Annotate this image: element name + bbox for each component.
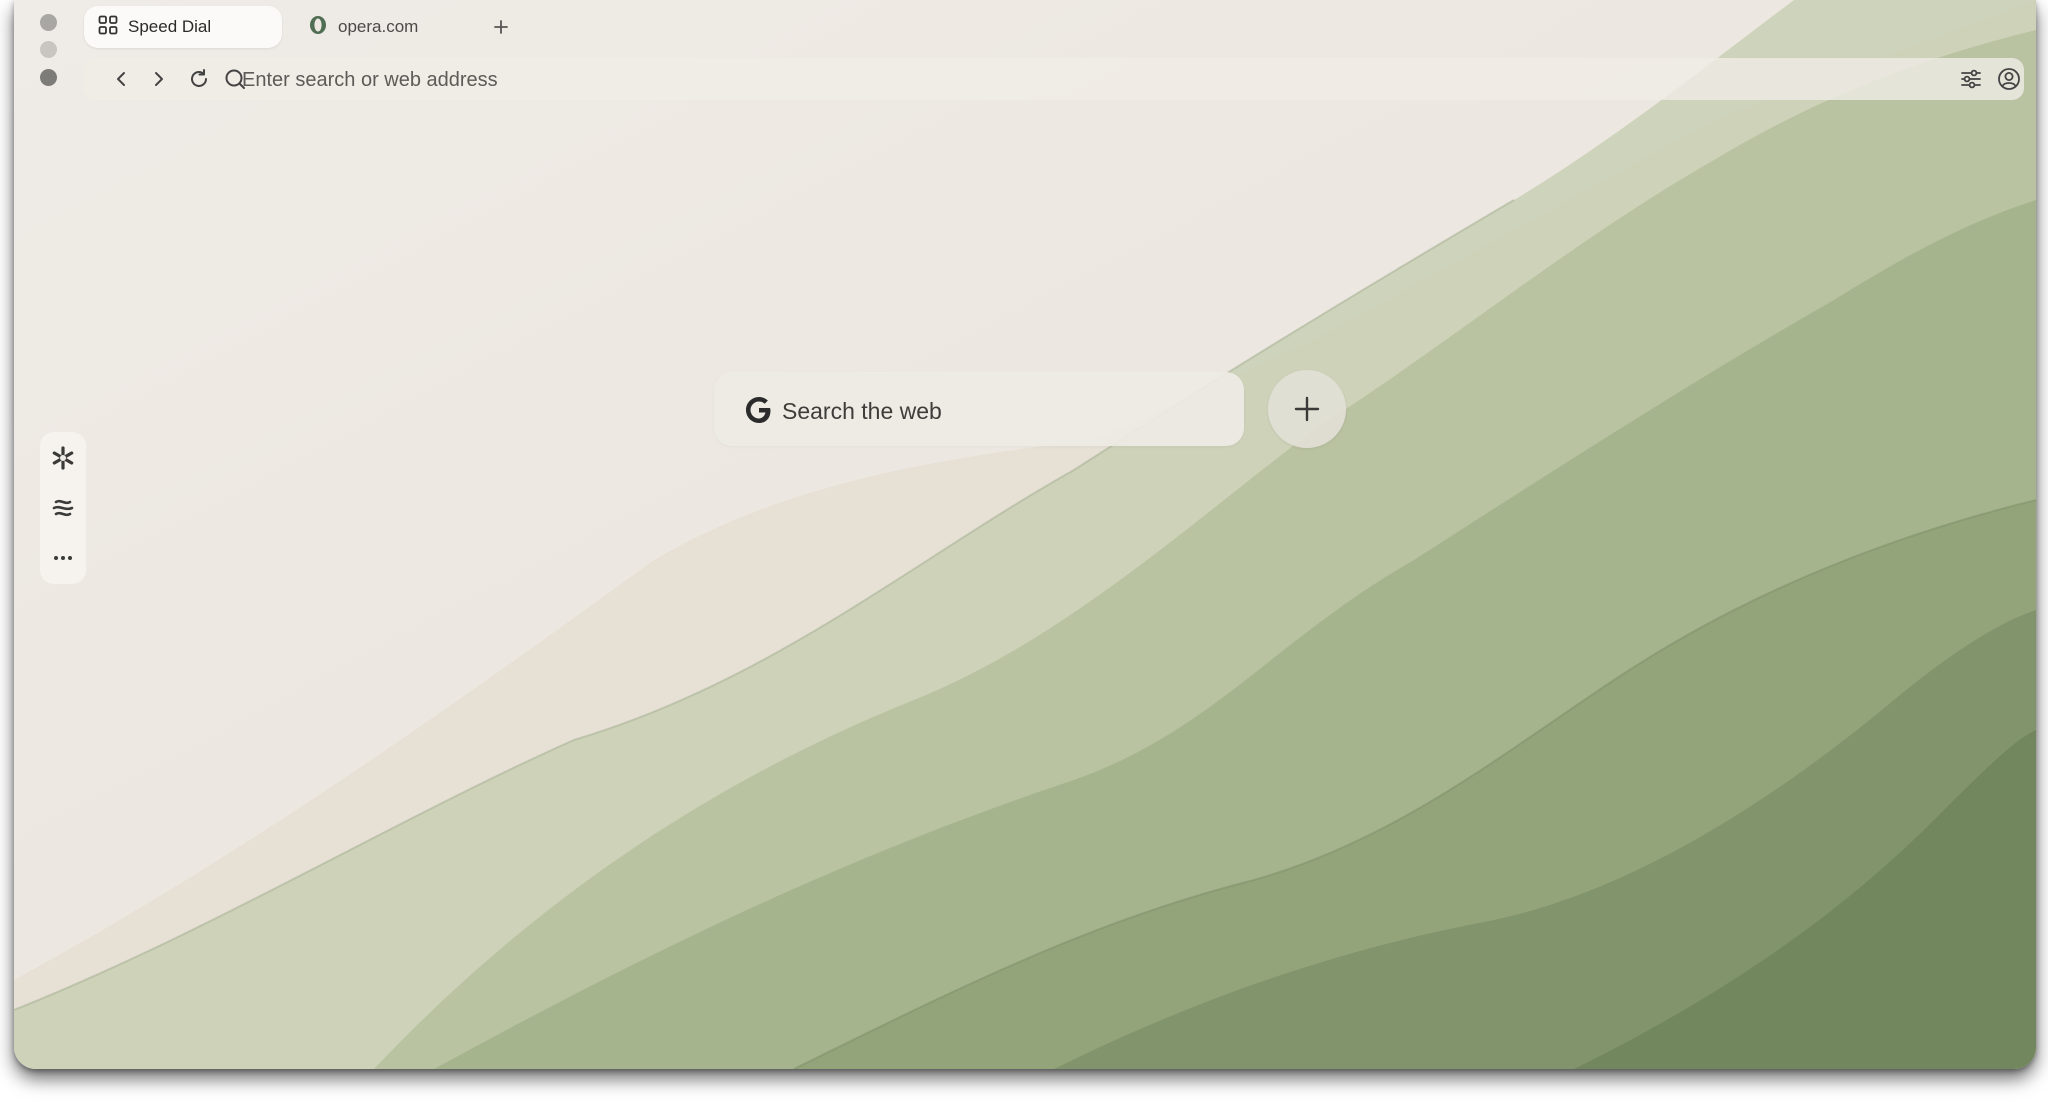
- window-control-top[interactable]: [40, 14, 57, 31]
- forward-icon: [155, 72, 163, 86]
- sidebar-item-flow[interactable]: [40, 488, 86, 528]
- profile-button[interactable]: [1994, 58, 2024, 100]
- tab-speed-dial[interactable]: Speed Dial: [84, 6, 282, 48]
- sidebar: [40, 432, 86, 584]
- reload-button[interactable]: [184, 58, 214, 100]
- google-icon: [744, 395, 774, 430]
- address-input[interactable]: [240, 64, 1744, 96]
- browser-window: Speed Dial opera.com: [14, 0, 2036, 1069]
- tab-label: opera.com: [338, 17, 419, 36]
- back-icon: [117, 72, 125, 86]
- more-icon: [54, 556, 72, 560]
- plus-icon: [494, 20, 508, 34]
- search-web-input[interactable]: [780, 390, 1224, 432]
- forward-button[interactable]: [144, 58, 174, 100]
- sidebar-item-aria[interactable]: [40, 438, 86, 478]
- sidebar-item-more[interactable]: [40, 538, 86, 578]
- window-control-bottom[interactable]: [40, 69, 57, 86]
- easy-setup-icon: [1961, 69, 1981, 89]
- tab-label: Speed Dial: [128, 17, 212, 36]
- grid-icon: [98, 15, 118, 40]
- reload-icon: [191, 69, 207, 87]
- flow-icon: [52, 499, 74, 517]
- new-tab-button[interactable]: [488, 14, 514, 40]
- back-button[interactable]: [106, 58, 136, 100]
- profile-icon: [1998, 68, 2020, 90]
- address-bar: [84, 58, 2024, 100]
- aria-icon: [52, 446, 74, 470]
- wallpaper: [14, 0, 2036, 1069]
- tab-opera-com[interactable]: opera.com: [294, 6, 498, 48]
- speed-dial-search-box[interactable]: [714, 372, 1244, 446]
- easy-setup-button[interactable]: [1956, 58, 1986, 100]
- plus-icon: [1294, 396, 1320, 422]
- add-speed-dial-button[interactable]: [1268, 370, 1346, 448]
- opera-logo-icon: [308, 15, 328, 40]
- window-control-middle[interactable]: [40, 41, 57, 58]
